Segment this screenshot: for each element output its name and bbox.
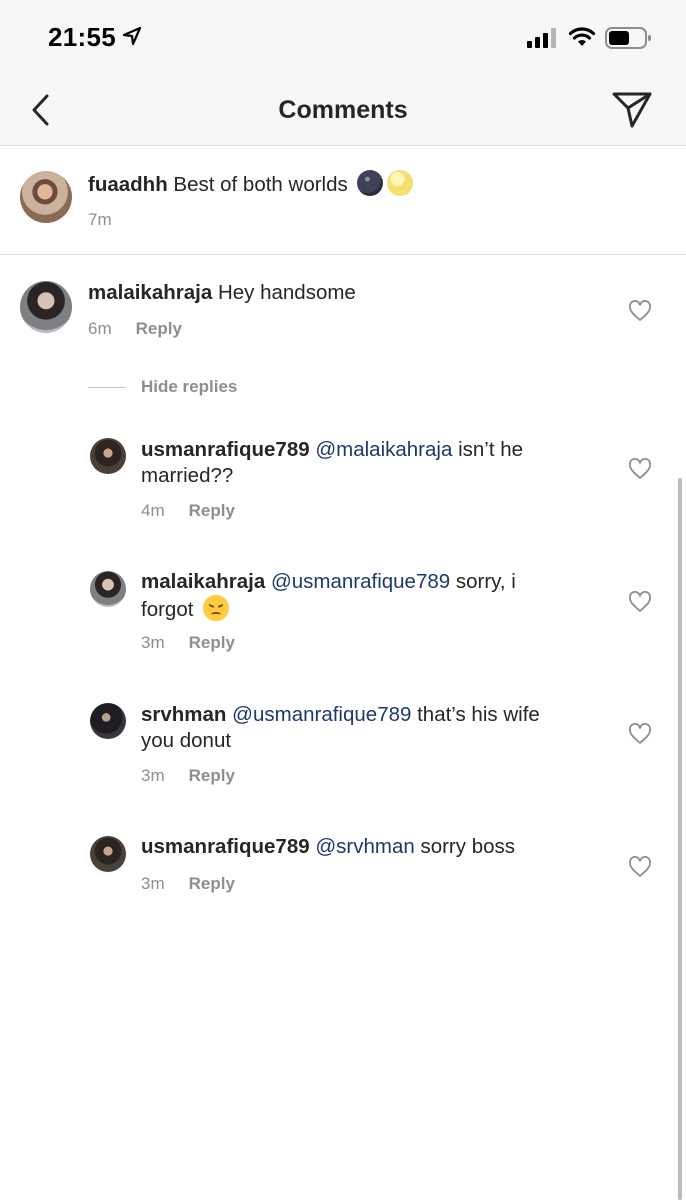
- timestamp: 3m: [141, 874, 165, 893]
- battery-icon: [605, 27, 651, 49]
- disappointed-face-emoji: [203, 595, 230, 621]
- hide-replies-button[interactable]: Hide replies: [141, 377, 237, 397]
- timestamp: 3m: [141, 633, 165, 652]
- username[interactable]: fuaadhh: [88, 173, 168, 196]
- reply-body: sorry boss: [420, 835, 516, 858]
- new-moon-face-emoji: [357, 170, 384, 196]
- avatar[interactable]: [90, 703, 126, 739]
- timestamp: 3m: [141, 766, 165, 785]
- signal-icon: [527, 28, 556, 48]
- username[interactable]: srvhman: [141, 703, 226, 726]
- mention-link[interactable]: @srvhman: [315, 835, 414, 858]
- reply-button[interactable]: Reply: [189, 501, 235, 520]
- heart-icon[interactable]: [628, 300, 652, 322]
- heart-icon[interactable]: [628, 723, 652, 745]
- reply-text: usmanrafique789 @srvhman sorry boss: [141, 834, 515, 860]
- timestamp: 7m: [88, 210, 112, 229]
- avatar[interactable]: [90, 438, 126, 474]
- timestamp: 6m: [88, 319, 112, 338]
- reply-button[interactable]: Reply: [189, 874, 235, 893]
- reply-body: married??: [141, 464, 234, 487]
- comment-body: Hey handsome: [217, 281, 356, 304]
- reply-body: forgot: [141, 598, 194, 621]
- username[interactable]: usmanrafique789: [141, 438, 310, 461]
- scrollbar[interactable]: [678, 478, 682, 1200]
- username[interactable]: usmanrafique789: [141, 835, 310, 858]
- heart-icon[interactable]: [628, 856, 652, 878]
- reply-body: sorry, i: [455, 570, 516, 593]
- divider: [88, 387, 126, 388]
- avatar[interactable]: [20, 281, 72, 333]
- heart-icon[interactable]: [628, 458, 652, 480]
- reply-meta: 4m Reply: [141, 501, 235, 521]
- post-caption: fuaadhh Best of both worlds 7m: [0, 147, 686, 255]
- reply-meta: 3m Reply: [141, 633, 235, 653]
- username[interactable]: malaikahraja: [141, 570, 265, 593]
- mention-link[interactable]: @malaikahraja: [315, 438, 452, 461]
- reply-body: you donut: [141, 729, 232, 752]
- location-arrow-icon: [122, 26, 142, 46]
- mention-link[interactable]: @usmanrafique789: [232, 703, 411, 726]
- reply-button[interactable]: Reply: [189, 766, 235, 785]
- heart-icon[interactable]: [628, 591, 652, 613]
- full-moon-face-emoji: [387, 170, 414, 196]
- avatar[interactable]: [90, 571, 126, 607]
- username[interactable]: malaikahraja: [88, 281, 212, 304]
- reply-body: that’s his wife: [417, 703, 540, 726]
- reply-text: srvhman @usmanrafique789 that’s his wife…: [141, 702, 540, 754]
- reply-body: isn’t he: [458, 438, 524, 461]
- reply-button[interactable]: Reply: [136, 319, 182, 338]
- page-title: Comments: [278, 96, 408, 124]
- reply-button[interactable]: Reply: [189, 633, 235, 652]
- caption-meta: 7m: [88, 210, 112, 230]
- caption-body: Best of both worlds: [173, 173, 348, 196]
- reply-meta: 3m Reply: [141, 874, 235, 894]
- avatar[interactable]: [20, 171, 72, 223]
- navigation-bar: Comments: [0, 74, 686, 146]
- comment-text: malaikahraja Hey handsome: [88, 280, 356, 306]
- reply-text: malaikahraja @usmanrafique789 sorry, i f…: [141, 569, 516, 623]
- status-bar: 21:55: [0, 0, 686, 74]
- reply-text: usmanrafique789 @malaikahraja isn’t he m…: [141, 437, 523, 489]
- reply-meta: 3m Reply: [141, 766, 235, 786]
- comment-meta: 6m Reply: [88, 319, 182, 339]
- wifi-icon: [568, 27, 596, 46]
- avatar[interactable]: [90, 836, 126, 872]
- timestamp: 4m: [141, 501, 165, 520]
- mention-link[interactable]: @usmanrafique789: [271, 570, 450, 593]
- status-time: 21:55: [48, 22, 116, 52]
- caption-text: fuaadhh Best of both worlds: [88, 170, 414, 198]
- paper-plane-icon[interactable]: [610, 88, 654, 130]
